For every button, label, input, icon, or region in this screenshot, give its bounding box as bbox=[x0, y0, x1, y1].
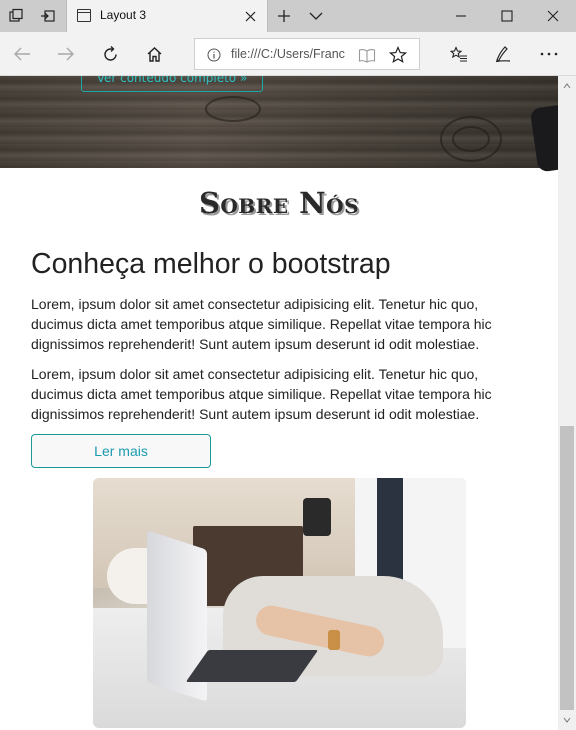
close-tab-icon[interactable] bbox=[241, 7, 259, 25]
forward-arrow-icon[interactable] bbox=[50, 38, 82, 70]
page-icon bbox=[77, 9, 91, 22]
more-icon[interactable] bbox=[533, 38, 565, 70]
vertical-scrollbar[interactable] bbox=[558, 76, 576, 730]
laptop-photo bbox=[93, 478, 466, 728]
minimize-icon[interactable] bbox=[438, 0, 484, 32]
hero-button[interactable]: Ver conteúdo completo » bbox=[81, 76, 263, 92]
info-icon[interactable] bbox=[205, 46, 223, 64]
address-bar[interactable]: file:///C:/Users/Franc bbox=[194, 38, 420, 70]
scroll-down-icon[interactable] bbox=[558, 712, 576, 728]
star-icon[interactable] bbox=[389, 46, 407, 64]
photo-keyboard bbox=[185, 650, 319, 682]
tab-actions-icon[interactable] bbox=[0, 0, 32, 32]
tab-title: Layout 3 bbox=[100, 8, 147, 22]
back-arrow-icon[interactable] bbox=[6, 38, 38, 70]
page-viewport: Ver conteúdo completo » Sobre Nós Conheç… bbox=[0, 76, 558, 730]
maximize-icon[interactable] bbox=[484, 0, 530, 32]
close-window-icon[interactable] bbox=[530, 0, 576, 32]
photo-phone bbox=[303, 498, 331, 536]
tab-layout-3[interactable]: Layout 3 bbox=[66, 0, 268, 33]
hero-banner: Ver conteúdo completo » bbox=[0, 76, 558, 173]
refresh-icon[interactable] bbox=[94, 38, 126, 70]
address-text[interactable]: file:///C:/Users/Franc bbox=[231, 47, 349, 61]
wood-knot bbox=[205, 96, 261, 122]
navigation-toolbar: file:///C:/Users/Franc bbox=[0, 32, 576, 76]
wood-knot bbox=[452, 126, 490, 152]
set-aside-tabs-icon[interactable] bbox=[32, 0, 64, 32]
chevron-down-icon[interactable] bbox=[300, 0, 332, 32]
scroll-up-icon[interactable] bbox=[558, 78, 576, 94]
paragraph: Lorem, ipsum dolor sit amet consectetur … bbox=[31, 366, 492, 422]
home-icon[interactable] bbox=[138, 38, 170, 70]
book-icon[interactable] bbox=[358, 46, 376, 64]
paragraph: Lorem, ipsum dolor sit amet consectetur … bbox=[31, 296, 492, 352]
read-more-button[interactable]: Ler mais bbox=[31, 434, 211, 468]
favorites-list-icon[interactable] bbox=[443, 38, 475, 70]
tab-bar: Layout 3 bbox=[0, 0, 576, 33]
plus-icon[interactable] bbox=[268, 0, 300, 32]
scrollbar-thumb[interactable] bbox=[560, 426, 574, 710]
photo-watch bbox=[328, 630, 340, 650]
pen-icon[interactable] bbox=[487, 38, 519, 70]
page-heading: Conheça melhor o bootstrap bbox=[31, 248, 391, 280]
section-title: Sobre Nós bbox=[198, 186, 360, 220]
phone-image bbox=[529, 103, 558, 173]
